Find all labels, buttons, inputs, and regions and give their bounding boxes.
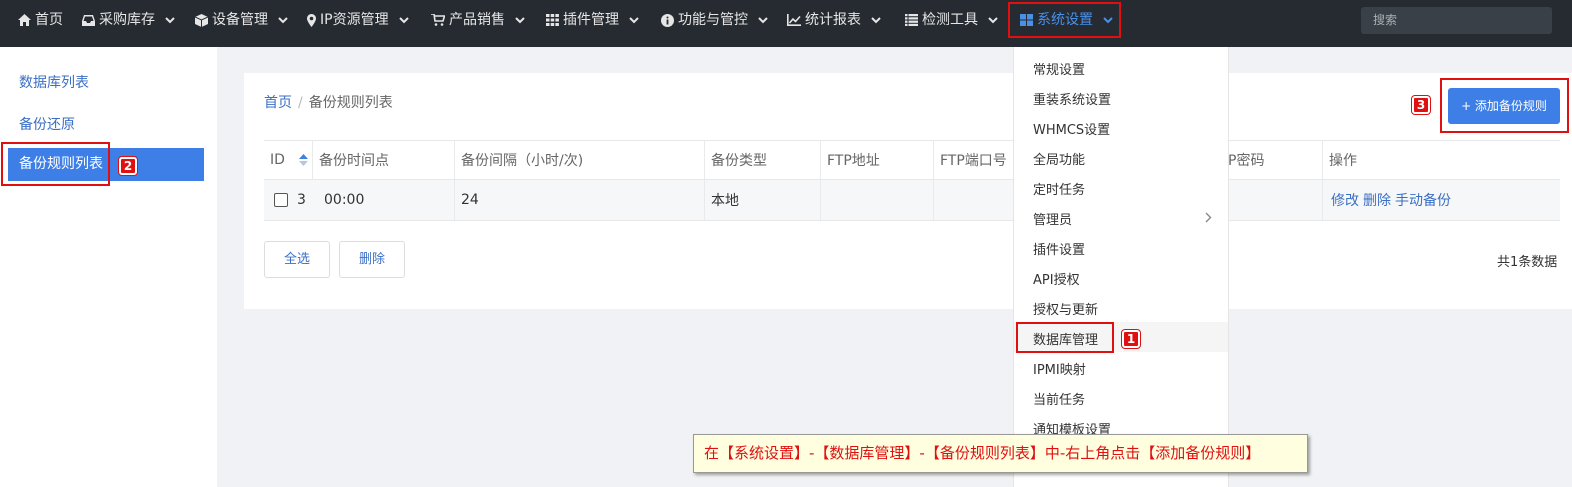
edit-link[interactable]: 修改 (1331, 190, 1359, 210)
column-header-actions: 操作 (1322, 141, 1560, 179)
menu-item-scheduled-tasks[interactable]: 定时任务 (1033, 179, 1085, 198)
list-icon (904, 13, 918, 27)
menu-item-administrators[interactable]: 管理员 (1033, 209, 1072, 228)
nav-label: 采购库存 (99, 12, 155, 28)
annotation-highlight-box (1, 142, 110, 186)
select-all-button[interactable]: 全选 (264, 241, 330, 278)
cell-actions: 修改 删除 手动备份 (1322, 180, 1560, 220)
chevron-down-icon (163, 13, 177, 27)
nav-label: 首页 (35, 12, 63, 28)
menu-item-plugin-settings[interactable]: 插件设置 (1033, 239, 1085, 258)
column-header-id[interactable]: ID (264, 141, 312, 179)
nav-label: 插件管理 (563, 12, 619, 28)
row-checkbox[interactable] (274, 193, 288, 207)
annotation-badge: 2 (119, 157, 137, 175)
menu-item-whmcs-settings[interactable]: WHMCS设置 (1033, 119, 1110, 138)
menu-item-general-settings[interactable]: 常规设置 (1033, 59, 1085, 78)
nav-item-device[interactable]: 设备管理 (194, 0, 290, 40)
header-label: ID (270, 152, 285, 168)
inbox-icon (81, 13, 95, 27)
nav-item-plugins[interactable]: 插件管理 (545, 0, 641, 40)
cell-time: 00:00 (324, 192, 365, 208)
system-settings-dropdown: 常规设置 重装系统设置 WHMCS设置 全局功能 定时任务 管理员 插件设置 A… (1013, 47, 1229, 487)
menu-item-api-auth[interactable]: API授权 (1033, 269, 1080, 288)
search-input[interactable]: 搜索 (1361, 7, 1552, 34)
nav-item-tools[interactable]: 检测工具 (904, 0, 1000, 40)
cube-icon (194, 13, 208, 27)
chevron-down-icon (276, 13, 290, 27)
menu-item-ipmi-mapping[interactable]: IPMI映射 (1033, 359, 1086, 378)
breadcrumb-home-link[interactable]: 首页 (264, 95, 292, 111)
column-header-ftp-password: P密码 (1228, 153, 1265, 169)
cell-ftp-port (933, 180, 1013, 220)
column-header-type: 备份类型 (704, 141, 820, 179)
home-icon (17, 13, 31, 27)
annotation-highlight-box (1016, 322, 1114, 353)
sidebar: 数据库列表 备份还原 (0, 47, 217, 487)
nav-item-purchase[interactable]: 采购库存 (81, 0, 177, 40)
nav-label: 功能与管控 (678, 12, 748, 28)
table-header: ID 备份时间点 备份间隔（小时/次) 备份类型 FTP地址 FTP端口号 P密… (264, 140, 1560, 180)
nav-label: 统计报表 (805, 12, 861, 28)
nav-label: 设备管理 (212, 12, 268, 28)
sidebar-item-database-list[interactable]: 数据库列表 (19, 72, 89, 92)
nav-label: IP资源管理 (320, 12, 389, 28)
breadcrumb-separator: / (298, 95, 303, 111)
nav-label: 检测工具 (922, 12, 978, 28)
menu-item-global-functions[interactable]: 全局功能 (1033, 149, 1085, 168)
delete-button[interactable]: 删除 (339, 241, 405, 278)
map-marker-icon (307, 13, 316, 27)
chevron-right-icon (1205, 211, 1212, 227)
instruction-tooltip: 在【系统设置】-【数据库管理】-【备份规则列表】中-右上角点击【添加备份规则】 (693, 434, 1308, 473)
chevron-down-icon (513, 13, 527, 27)
cell-ftp-address (820, 180, 933, 220)
top-navbar: 首页 采购库存 设备管理 IP资源管理 产品销售 插件管理 功能与管控 统计报表… (0, 0, 1572, 47)
chevron-down-icon (627, 13, 641, 27)
annotation-badge: 3 (1412, 96, 1430, 114)
annotation-highlight-box (1440, 78, 1569, 133)
cell-interval: 24 (454, 180, 704, 220)
annotation-highlight-box (1008, 2, 1121, 38)
annotation-badge: 1 (1122, 330, 1140, 348)
column-header-time: 备份时间点 (312, 141, 454, 179)
menu-item-reinstall-settings[interactable]: 重装系统设置 (1033, 89, 1111, 108)
nav-item-sales[interactable]: 产品销售 (431, 0, 527, 40)
menu-item-license-update[interactable]: 授权与更新 (1033, 299, 1098, 318)
cell-id-value: 3 (297, 192, 306, 208)
breadcrumb-current: 备份规则列表 (308, 95, 393, 111)
table-row: 3 00:00 24 本地 修改 删除 手动备份 (264, 180, 1560, 221)
chevron-down-icon (397, 13, 411, 27)
sort-icon[interactable] (298, 154, 308, 166)
chevron-down-icon (756, 13, 770, 27)
column-header-interval: 备份间隔（小时/次) (454, 141, 704, 179)
column-header-ftp-port: FTP端口号 (933, 141, 1013, 179)
nav-label: 产品销售 (449, 12, 505, 28)
menu-item-current-tasks[interactable]: 当前任务 (1033, 389, 1085, 408)
column-header-ftp-address: FTP地址 (820, 141, 933, 179)
info-icon (660, 13, 674, 27)
sidebar-item-backup-restore[interactable]: 备份还原 (19, 114, 75, 134)
chart-icon (787, 13, 801, 27)
grid-icon (545, 13, 559, 27)
cart-icon (431, 13, 445, 27)
cell-type: 本地 (704, 180, 820, 220)
nav-item-home[interactable]: 首页 (17, 0, 63, 40)
breadcrumb: 首页 / 备份规则列表 (264, 92, 393, 112)
nav-item-ip[interactable]: IP资源管理 (307, 0, 411, 40)
cell-id: 3 (264, 180, 318, 220)
chevron-down-icon (986, 13, 1000, 27)
chevron-down-icon (869, 13, 883, 27)
nav-item-functions[interactable]: 功能与管控 (660, 0, 770, 40)
manual-backup-link[interactable]: 手动备份 (1395, 190, 1451, 210)
delete-link[interactable]: 删除 (1363, 190, 1391, 210)
nav-item-reports[interactable]: 统计报表 (787, 0, 883, 40)
total-count: 共1条数据 (1497, 255, 1558, 270)
